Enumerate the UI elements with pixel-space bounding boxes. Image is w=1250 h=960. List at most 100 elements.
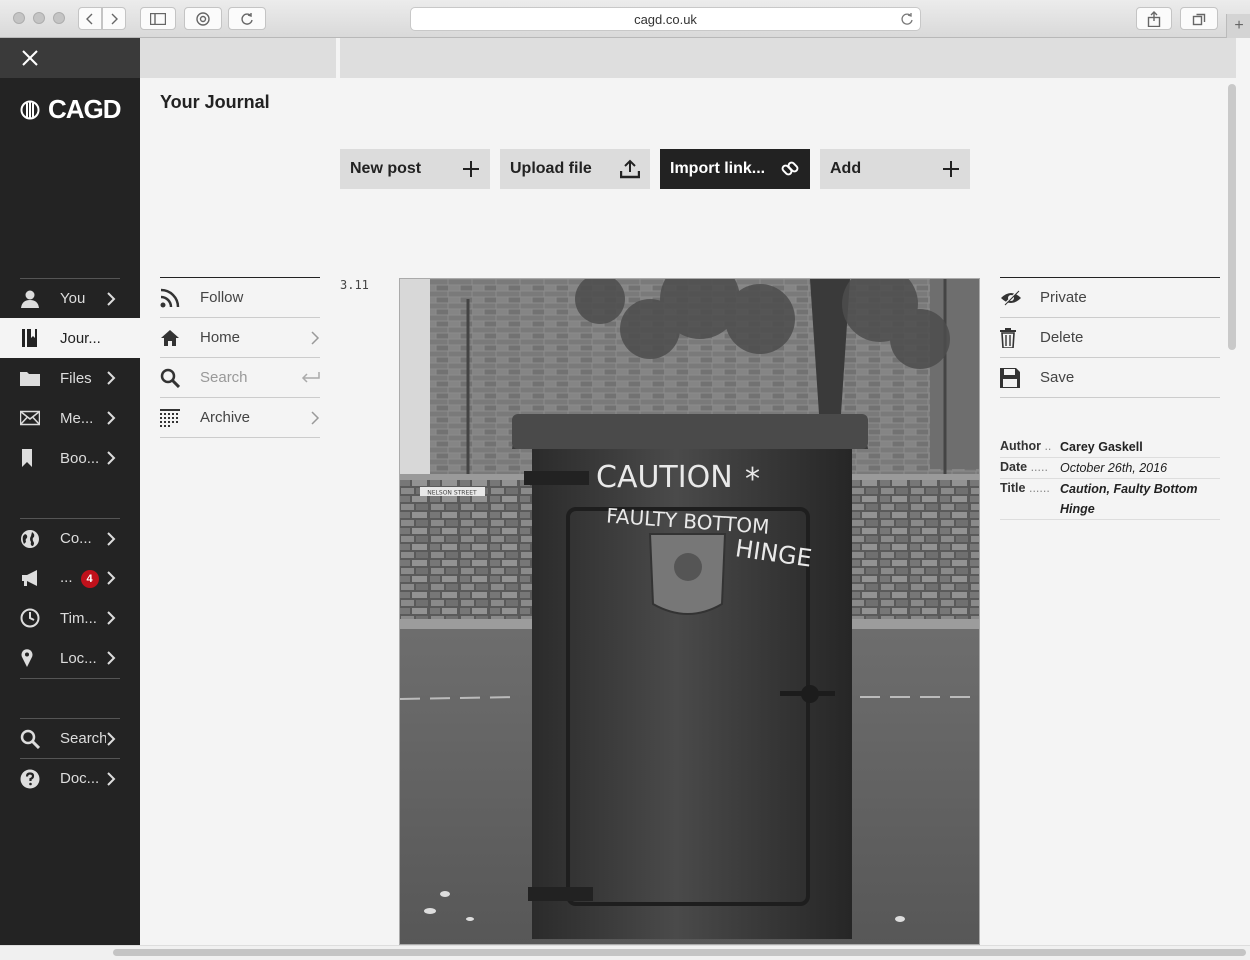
asterisk-graffiti: * — [745, 462, 760, 497]
upload-icon — [620, 159, 640, 179]
subnav-search[interactable]: Search — [160, 358, 320, 398]
subnav-label: Archive — [200, 409, 251, 426]
trash-icon — [1000, 327, 1016, 348]
journal-icon — [22, 329, 37, 347]
megaphone-icon — [22, 570, 37, 586]
sidebar-item-search[interactable]: Search — [20, 718, 120, 758]
plus-icon — [943, 161, 959, 177]
button-label: Add — [830, 160, 862, 177]
add-button[interactable]: Add — [820, 149, 970, 189]
top-bar-left — [140, 38, 336, 78]
plus-icon — [463, 161, 479, 177]
reload-extension-button[interactable] — [228, 7, 266, 30]
logo-mark-icon — [20, 100, 40, 119]
sidebar-item-label: Me... — [60, 409, 94, 427]
subnav-home[interactable]: Home — [160, 318, 320, 358]
chevron-right-icon — [107, 651, 116, 665]
logo-text: CAGD — [48, 94, 122, 124]
action-label: Private — [1040, 289, 1087, 306]
button-label: New post — [350, 160, 422, 177]
help-icon — [20, 769, 40, 788]
new-post-button[interactable]: New post — [340, 149, 490, 189]
chevron-right-icon — [107, 291, 116, 306]
button-label: Import link... — [670, 160, 766, 177]
address-bar[interactable]: cagd.co.uk — [410, 7, 921, 31]
sidebar-item-docs[interactable]: Doc... — [20, 758, 120, 798]
close-window-button[interactable] — [13, 12, 25, 24]
globe-icon — [21, 529, 39, 548]
chevron-right-icon — [107, 531, 116, 546]
chevron-right-icon — [311, 330, 320, 345]
url-text: cagd.co.uk — [634, 12, 697, 27]
zoom-window-button[interactable] — [53, 12, 65, 24]
sidebar-item-locations[interactable]: Loc... — [20, 638, 120, 678]
save-icon — [1000, 367, 1020, 388]
private-button[interactable]: Private — [1000, 278, 1220, 318]
back-button[interactable] — [78, 7, 102, 30]
sidebar-item-journal[interactable]: Jour... — [0, 318, 140, 358]
sidebar-item-label: Jour... — [60, 329, 101, 347]
extension-button[interactable] — [184, 7, 222, 30]
share-icon — [1147, 10, 1161, 27]
action-label: Delete — [1040, 329, 1084, 346]
reload-icon[interactable] — [900, 12, 914, 26]
sidebar-header — [0, 38, 140, 78]
sidebar-item-label: ... 4 — [60, 569, 106, 588]
sidebar-item-you[interactable]: You — [20, 278, 120, 318]
search-icon — [160, 368, 180, 388]
new-tab-button[interactable]: + — [1226, 14, 1250, 38]
sidebar-item-timeline[interactable]: Tim... — [20, 598, 120, 638]
user-icon — [21, 290, 39, 308]
street-sign-text: NELSON STREET — [427, 490, 477, 497]
envelope-icon — [20, 410, 40, 426]
site-logo[interactable]: CAGD — [20, 94, 122, 125]
save-button[interactable]: Save — [1000, 358, 1220, 398]
sidebar-toggle-button[interactable] — [140, 7, 176, 30]
share-button[interactable] — [1136, 7, 1172, 30]
sidebar-item-label: Tim... — [60, 609, 97, 627]
chevron-left-icon — [86, 13, 93, 24]
forward-button[interactable] — [102, 7, 126, 30]
sidebar-item-bookmarks[interactable]: Boo... — [20, 438, 120, 478]
delete-button[interactable]: Delete — [1000, 318, 1220, 358]
folder-icon — [20, 372, 40, 386]
bookmark-icon — [22, 449, 32, 467]
extension-icon — [196, 11, 210, 26]
horizontal-scrollbar[interactable] — [113, 949, 1246, 956]
post-photo[interactable]: NELSON STREET CAUTION * FAULTY BOTTOM HI… — [399, 278, 980, 945]
sidebar-item-label: Search — [60, 730, 106, 747]
meta-date: October 26th, 2016 — [1060, 461, 1168, 475]
journal-subnav: Follow Home Search Archive — [160, 277, 320, 438]
subnav-archive[interactable]: Archive — [160, 398, 320, 438]
close-icon[interactable] — [20, 48, 40, 68]
chevron-right-icon — [111, 13, 118, 24]
minimize-window-button[interactable] — [33, 12, 45, 24]
sidebar-item-messages[interactable]: Me... — [20, 398, 120, 438]
browser-toolbar: cagd.co.uk + — [0, 0, 1250, 38]
divider — [20, 678, 120, 679]
sidebar-item-label: Files — [60, 369, 92, 387]
meta-key: Author .. — [1000, 439, 1052, 453]
chevron-right-icon — [107, 451, 116, 465]
chevron-right-icon — [107, 611, 116, 625]
tabs-button[interactable] — [1180, 7, 1218, 30]
vertical-scrollbar[interactable] — [1228, 84, 1236, 350]
subnav-label: Follow — [200, 289, 244, 306]
sidebar-item-community[interactable]: Co... — [20, 518, 120, 558]
notification-badge: 4 — [80, 569, 99, 588]
sidebar-icon — [150, 12, 166, 25]
eye-slash-icon — [1001, 289, 1021, 306]
sidebar-item-label: You — [60, 290, 86, 307]
location-pin-icon — [21, 649, 33, 667]
link-icon — [781, 161, 799, 176]
sidebar-item-files[interactable]: Files — [20, 358, 120, 398]
sidebar-item-announcements[interactable]: ... 4 — [20, 558, 120, 598]
import-link-button[interactable]: Import link... — [660, 149, 810, 189]
subnav-follow[interactable]: Follow — [160, 278, 320, 318]
subnav-label: Search — [200, 369, 248, 386]
clock-icon — [20, 608, 40, 628]
button-label: Upload file — [510, 160, 592, 177]
post-number: 3.11 — [340, 278, 369, 292]
upload-file-button[interactable]: Upload file — [500, 149, 650, 189]
action-label: Save — [1040, 369, 1075, 386]
